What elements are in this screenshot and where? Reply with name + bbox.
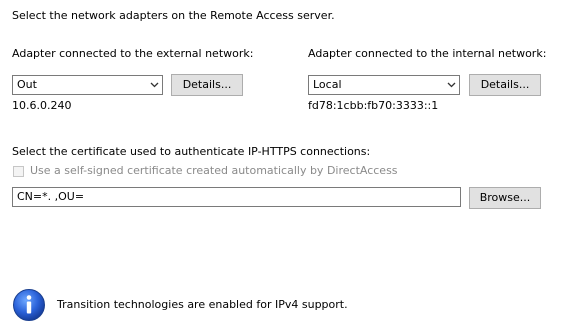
external-details-button[interactable]: Details... xyxy=(171,74,243,96)
chevron-down-icon xyxy=(447,82,456,88)
certificate-value: CN=*. ,OU= xyxy=(17,190,85,203)
certificate-label: Select the certificate used to authentic… xyxy=(12,145,371,158)
chevron-down-icon xyxy=(150,82,159,88)
internal-adapter-label: Adapter connected to the internal networ… xyxy=(308,47,547,60)
info-icon xyxy=(13,289,45,321)
self-signed-label: Use a self-signed certificate created au… xyxy=(30,164,398,177)
internal-details-button[interactable]: Details... xyxy=(469,74,541,96)
browse-button[interactable]: Browse... xyxy=(469,187,541,209)
certificate-field[interactable]: CN=*. ,OU= xyxy=(12,187,461,207)
info-text: Transition technologies are enabled for … xyxy=(57,298,348,311)
internal-adapter-select[interactable]: Local xyxy=(308,75,460,95)
page-instruction: Select the network adapters on the Remot… xyxy=(12,9,335,22)
internal-address: fd78:1cbb:fb70:3333::1 xyxy=(308,99,439,112)
external-adapter-label: Adapter connected to the external networ… xyxy=(12,47,254,60)
internal-adapter-value: Local xyxy=(313,78,342,91)
self-signed-checkbox[interactable] xyxy=(13,166,24,177)
external-adapter-select[interactable]: Out xyxy=(12,75,163,95)
external-adapter-value: Out xyxy=(17,78,37,91)
external-address: 10.6.0.240 xyxy=(12,99,72,112)
